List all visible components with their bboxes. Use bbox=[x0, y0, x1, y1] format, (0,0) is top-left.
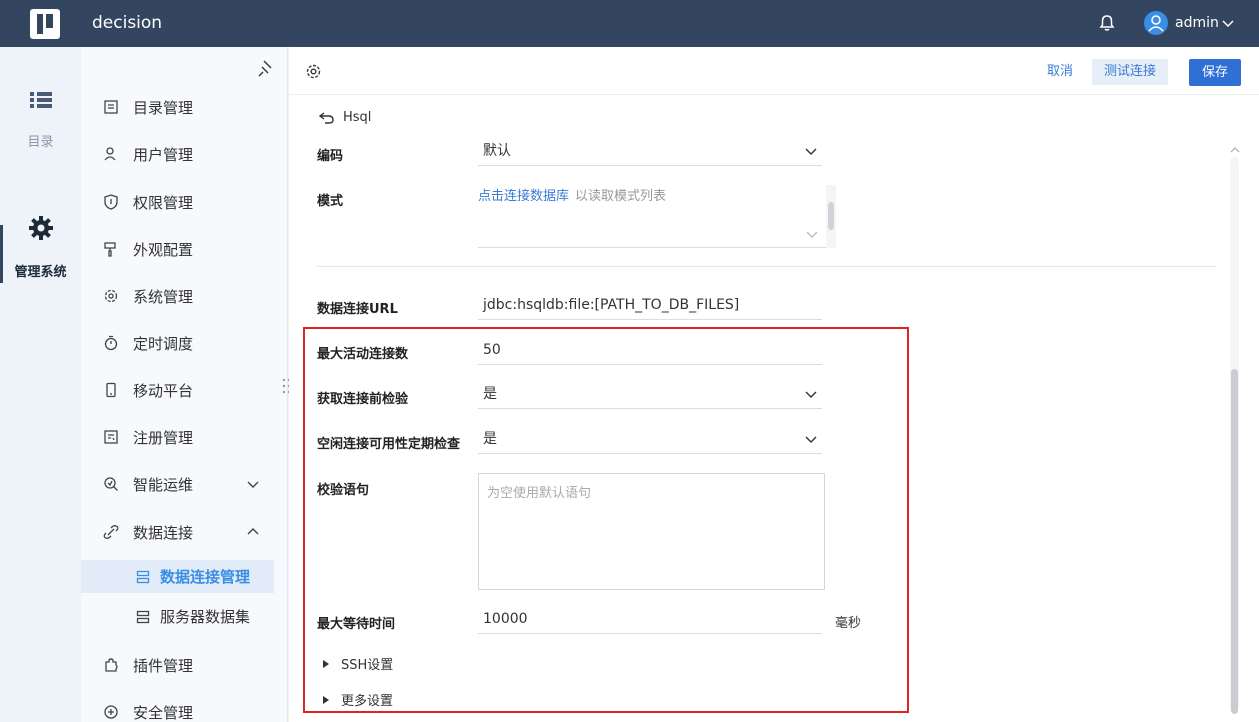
shield-icon bbox=[104, 194, 118, 210]
sidebar-item-directory-mgmt[interactable]: 目录管理 bbox=[81, 89, 288, 125]
rail-label-system: 管理系统 bbox=[14, 265, 67, 280]
user-avatar-icon bbox=[1148, 15, 1164, 32]
scroll-up-icon[interactable] bbox=[1230, 146, 1240, 154]
sidebar-item-label: 数据连接 bbox=[133, 523, 194, 542]
ops-icon bbox=[104, 477, 118, 491]
rail-item-system[interactable]: 管理系统 bbox=[0, 215, 81, 280]
link-icon bbox=[103, 525, 119, 539]
undo-icon bbox=[319, 111, 334, 124]
sidebar-menu: 目录管理 用户管理 权限管理 外观配置 系统管理 定时调度 移动平台 注册管理 … bbox=[81, 47, 288, 722]
toolbar: 取消 测试连接 保存 bbox=[289, 47, 1259, 95]
sidebar-item-security[interactable]: 安全管理 bbox=[81, 694, 288, 722]
top-bar: decision admin bbox=[0, 0, 1259, 47]
sidebar-subitem-server-dataset[interactable]: 服务器数据集 bbox=[81, 600, 274, 633]
app-title: decision bbox=[92, 13, 163, 33]
security-icon bbox=[104, 705, 118, 719]
paint-icon bbox=[104, 242, 116, 257]
database-icon bbox=[136, 570, 150, 583]
sidebar-item-label: 权限管理 bbox=[133, 193, 194, 212]
sidebar-subitem-label: 数据连接管理 bbox=[160, 568, 251, 586]
highlight-box bbox=[303, 327, 909, 713]
sidebar-item-label: 智能运维 bbox=[133, 475, 194, 494]
dataset-icon bbox=[136, 610, 150, 623]
chevron-down-icon bbox=[805, 148, 817, 155]
sidebar-item-plugin[interactable]: 插件管理 bbox=[81, 647, 288, 683]
settings-icon[interactable] bbox=[305, 63, 322, 80]
sidebar-item-user-mgmt[interactable]: 用户管理 bbox=[81, 136, 288, 172]
chevron-down-icon[interactable] bbox=[1221, 16, 1235, 30]
sidebar-item-label: 移动平台 bbox=[133, 381, 194, 400]
mobile-icon bbox=[106, 382, 116, 398]
url-label: 数据连接URL bbox=[317, 302, 398, 317]
sidebar-item-appearance[interactable]: 外观配置 bbox=[81, 231, 288, 267]
encoding-select[interactable]: 默认 bbox=[478, 140, 822, 166]
pin-icon[interactable] bbox=[258, 59, 276, 77]
sidebar-item-label: 定时调度 bbox=[133, 334, 194, 353]
sidebar-item-data-connection[interactable]: 数据连接 bbox=[81, 514, 288, 550]
sidebar-item-scheduler[interactable]: 定时调度 bbox=[81, 325, 288, 361]
sidebar-item-mobile[interactable]: 移动平台 bbox=[81, 372, 288, 408]
bell-icon[interactable] bbox=[1098, 14, 1116, 32]
schema-list[interactable]: 点击连接数据库 以读取模式列表 bbox=[478, 185, 836, 248]
gear-icon bbox=[104, 289, 118, 303]
sidebar-item-system-mgmt[interactable]: 系统管理 bbox=[81, 278, 288, 314]
schema-scrollbar[interactable] bbox=[826, 185, 836, 248]
logo-icon bbox=[30, 9, 60, 39]
url-input[interactable]: jdbc:hsqldb:file:[PATH_TO_DB_FILES] bbox=[478, 294, 822, 320]
schema-scroll-thumb[interactable] bbox=[828, 202, 834, 230]
timer-icon bbox=[104, 335, 118, 351]
sidebar-item-label: 系统管理 bbox=[133, 287, 194, 306]
encoding-label: 编码 bbox=[317, 149, 344, 164]
content-scroll-thumb[interactable] bbox=[1231, 369, 1238, 714]
chevron-up-icon[interactable] bbox=[246, 525, 260, 539]
sidebar-item-label: 外观配置 bbox=[133, 240, 194, 259]
register-icon bbox=[104, 430, 118, 444]
connect-database-link[interactable]: 点击连接数据库 bbox=[478, 189, 569, 204]
schema-label: 模式 bbox=[317, 194, 344, 209]
back-label: Hsql bbox=[343, 110, 372, 125]
sidebar-item-ops[interactable]: 智能运维 bbox=[81, 466, 288, 502]
test-connection-button[interactable]: 测试连接 bbox=[1092, 59, 1169, 85]
user-icon bbox=[104, 147, 116, 161]
encoding-value: 默认 bbox=[483, 143, 511, 159]
section-divider bbox=[317, 266, 1217, 267]
list-icon bbox=[104, 100, 118, 114]
gear-icon bbox=[28, 216, 53, 240]
sidebar-subitem-data-connection-mgmt[interactable]: 数据连接管理 bbox=[81, 560, 274, 593]
avatar[interactable] bbox=[1144, 11, 1168, 35]
cancel-button[interactable]: 取消 bbox=[1037, 59, 1083, 85]
list-icon bbox=[29, 92, 52, 108]
sidebar-item-label: 目录管理 bbox=[133, 98, 194, 117]
schema-hint: 以读取模式列表 bbox=[575, 189, 667, 204]
sidebar-item-label: 用户管理 bbox=[133, 145, 194, 164]
chevron-down-icon[interactable] bbox=[246, 477, 260, 491]
save-button[interactable]: 保存 bbox=[1189, 59, 1242, 86]
sidebar-item-registration[interactable]: 注册管理 bbox=[81, 419, 288, 455]
left-rail: 目录 管理系统 bbox=[0, 47, 81, 722]
rail-item-directory[interactable]: 目录 bbox=[0, 89, 81, 150]
sidebar-item-permission-mgmt[interactable]: 权限管理 bbox=[81, 184, 288, 220]
rail-label-directory: 目录 bbox=[27, 135, 54, 150]
username[interactable]: admin bbox=[1175, 15, 1219, 31]
sidebar-item-label: 插件管理 bbox=[133, 656, 194, 675]
back-link[interactable]: Hsql bbox=[319, 110, 371, 125]
sidebar-item-label: 注册管理 bbox=[133, 428, 194, 447]
main-content: 取消 测试连接 保存 Hsql 编码 默认 模式 点击连接数据库 以读取模式列表 … bbox=[289, 47, 1259, 722]
content-scrollbar[interactable] bbox=[1230, 157, 1239, 714]
sidebar-item-label: 安全管理 bbox=[133, 703, 194, 722]
chevron-down-icon bbox=[806, 231, 818, 238]
sidebar-subitem-label: 服务器数据集 bbox=[160, 608, 251, 626]
plugin-icon bbox=[105, 658, 118, 672]
